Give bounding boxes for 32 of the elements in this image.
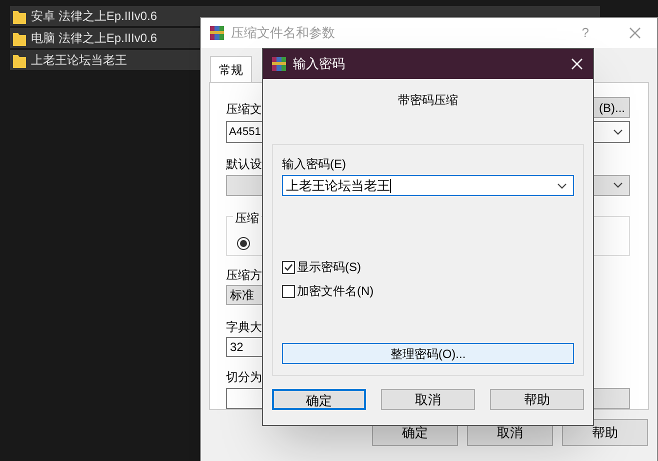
checkbox[interactable] — [282, 284, 295, 298]
organize-passwords-button[interactable]: 整理密码(O)... — [282, 343, 574, 364]
chevron-down-icon — [613, 182, 623, 188]
file-name: 上老王论坛当老王 — [31, 52, 127, 69]
field-label: 输入密码(E) — [282, 156, 347, 173]
checkbox-label: 加密文件名(N) — [297, 283, 374, 300]
field-label: 切分为 — [226, 369, 262, 386]
dialog-button[interactable]: 帮助 — [562, 419, 648, 446]
dialog-button[interactable]: 确定 — [272, 389, 366, 410]
password-field[interactable]: 上老王论坛当老王 — [282, 175, 574, 196]
archive-app-icon — [271, 56, 287, 72]
field-label: 压缩文 — [226, 101, 262, 118]
dialog-heading: 带密码压缩 — [398, 92, 458, 109]
tab[interactable]: 常规 — [210, 56, 252, 82]
dialog-button[interactable]: 取消 — [381, 389, 475, 410]
file-name: 安卓 法律之上Ep.IIIv0.6 — [31, 8, 158, 25]
field-label: 压缩方 — [226, 267, 262, 284]
checkbox[interactable] — [282, 260, 295, 274]
archive-app-icon — [209, 25, 225, 41]
folder-icon — [13, 52, 26, 68]
folder-icon — [13, 30, 26, 46]
radio-button[interactable] — [237, 237, 250, 250]
file-name: 电脑 法律之上Ep.IIIv0.6 — [31, 30, 158, 47]
folder-icon — [13, 8, 26, 24]
checkbox-label: 显示密码(S) — [297, 259, 361, 276]
chevron-down-icon — [613, 128, 623, 135]
dialog-button[interactable]: 帮助 — [490, 389, 584, 410]
field-label: 字典大 — [226, 319, 262, 336]
window-title: 输入密码 — [293, 55, 345, 74]
window-title: 压缩文件名和参数 — [231, 24, 335, 42]
field-label: 默认设 — [226, 156, 262, 173]
chevron-down-icon — [557, 182, 567, 188]
